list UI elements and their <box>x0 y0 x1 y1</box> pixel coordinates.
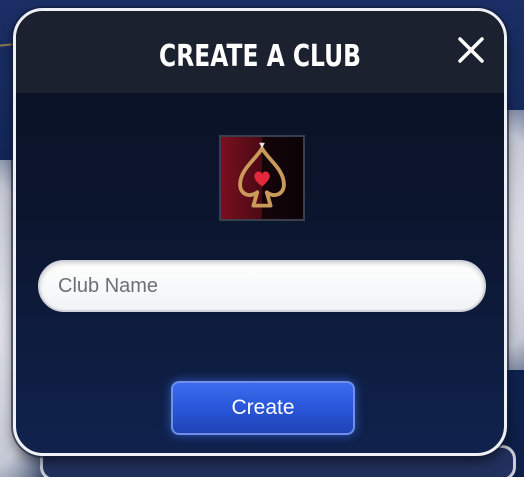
club-emblem[interactable] <box>219 135 305 221</box>
close-button[interactable] <box>454 33 488 67</box>
close-icon <box>458 37 484 63</box>
spade-heart-emblem-icon <box>238 142 286 208</box>
create-button[interactable]: Create <box>171 381 355 435</box>
dialog-header: CREATE A CLUB <box>16 11 504 93</box>
create-club-dialog: CREATE A CLUB Create <box>13 8 507 456</box>
dialog-title: CREATE A CLUB <box>159 39 361 74</box>
club-name-input[interactable] <box>38 260 486 312</box>
